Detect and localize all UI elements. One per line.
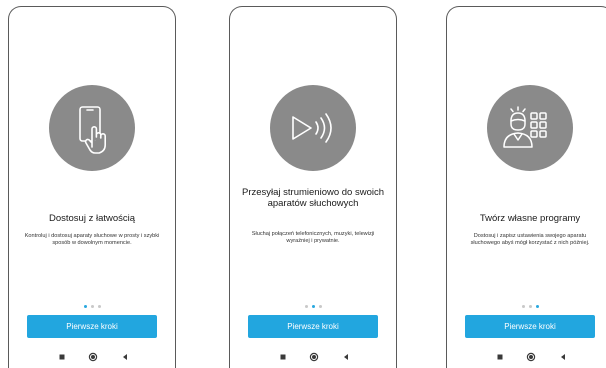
- icon-circle: [487, 85, 573, 171]
- back-icon[interactable]: [119, 350, 131, 362]
- audio-stream-icon: [292, 113, 332, 143]
- screen-description: Kontroluj i dostosuj aparaty słuchowe w …: [24, 233, 160, 247]
- onboarding-screen-2: Przesyłaj strumieniowo do swoich aparató…: [229, 6, 397, 368]
- screen-title: Przesyłaj strumieniowo do swoich aparató…: [241, 187, 385, 209]
- onboarding-screen-1: Dostosuj z łatwością Kontroluj i dostosu…: [8, 6, 176, 368]
- phone-touch-icon: [79, 106, 106, 154]
- screen-title: Twórz własne programy: [479, 213, 581, 224]
- screen-description: Dostosuj i zapisz ustawienia swojego apa…: [470, 233, 590, 247]
- person-programs-icon: [503, 106, 547, 148]
- page-dot: [528, 305, 532, 308]
- page-dot: [521, 305, 525, 308]
- page-dot: [318, 305, 322, 308]
- get-started-button[interactable]: Pierwsze kroki: [248, 315, 378, 338]
- back-icon[interactable]: [557, 350, 569, 362]
- screen-title: Dostosuj z łatwością: [48, 213, 136, 224]
- recents-icon[interactable]: [494, 350, 506, 362]
- home-icon[interactable]: [308, 350, 320, 362]
- page-dot-active: [83, 305, 87, 308]
- home-icon[interactable]: [525, 350, 537, 362]
- android-nav-bar: [447, 350, 606, 362]
- onboarding-screen-3: Twórz własne programy Dostosuj i zapisz …: [446, 6, 606, 368]
- page-indicator: [447, 305, 606, 308]
- page-indicator: [9, 305, 175, 308]
- android-nav-bar: [230, 350, 396, 362]
- android-nav-bar: [9, 350, 175, 362]
- page-dot-active: [311, 305, 315, 308]
- recents-icon[interactable]: [56, 350, 68, 362]
- icon-circle: [270, 85, 356, 171]
- page-dot-active: [535, 305, 539, 308]
- get-started-button[interactable]: Pierwsze kroki: [465, 315, 595, 338]
- icon-circle: [49, 85, 135, 171]
- home-icon[interactable]: [87, 350, 99, 362]
- recents-icon[interactable]: [277, 350, 289, 362]
- page-dot: [97, 305, 101, 308]
- page-dot: [90, 305, 94, 308]
- page-dot: [304, 305, 308, 308]
- screen-description: Słuchaj połączeń telefonicznych, muzyki,…: [251, 231, 375, 245]
- back-icon[interactable]: [340, 350, 352, 362]
- get-started-button[interactable]: Pierwsze kroki: [27, 315, 157, 338]
- page-indicator: [230, 305, 396, 308]
